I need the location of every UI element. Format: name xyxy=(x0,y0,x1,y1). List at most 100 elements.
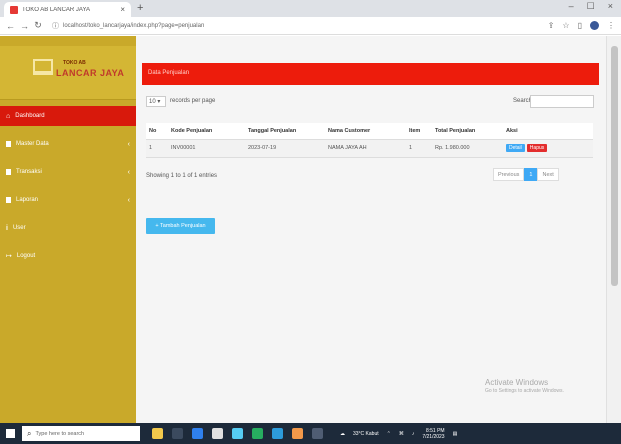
chevron-left-icon: ‹ xyxy=(127,168,130,176)
cell-customer: NAMA JAYA AH xyxy=(325,139,406,158)
store-app-icon[interactable] xyxy=(232,428,243,439)
tray-chevron-icon[interactable]: ⌃ xyxy=(387,431,391,437)
table-controls: 10 ▾ records per page Search: xyxy=(146,95,594,109)
column-header[interactable]: No xyxy=(146,123,168,140)
cell-aksi: Detail Hapus xyxy=(503,139,593,158)
close-window-icon[interactable]: × xyxy=(608,1,613,12)
mail-icon[interactable] xyxy=(252,428,263,439)
page-title: Data Penjualan xyxy=(142,63,599,85)
favicon-icon xyxy=(10,5,18,14)
chevron-down-icon: ▾ xyxy=(157,99,161,105)
close-tab-icon[interactable]: × xyxy=(120,5,125,14)
column-header[interactable]: Tanggal Penjualan xyxy=(245,123,325,140)
hapus-button[interactable]: Hapus xyxy=(526,144,548,152)
add-penjualan-button[interactable]: + Tambah Penjualan xyxy=(146,218,215,234)
user-icon: i xyxy=(6,224,8,232)
window-controls: – ☐ × xyxy=(569,1,613,12)
windows-start-icon[interactable] xyxy=(6,429,15,438)
maximize-icon[interactable]: ☐ xyxy=(587,1,595,12)
vscode-icon[interactable] xyxy=(272,428,283,439)
records-per-page-select[interactable]: 10 ▾ xyxy=(146,96,166,107)
database-icon xyxy=(6,141,11,147)
brand-logo-area[interactable]: TOKO AB LANCAR JAYA xyxy=(0,46,136,100)
clock[interactable]: 8:51 PM 7/21/2023 xyxy=(422,428,444,440)
xampp-icon[interactable] xyxy=(292,428,303,439)
reload-icon[interactable]: ↻ xyxy=(34,20,42,31)
edge-icon[interactable] xyxy=(192,428,203,439)
weather-icon[interactable]: ☁ xyxy=(340,431,345,437)
new-tab-icon[interactable]: + xyxy=(137,2,143,14)
sidebar-item-transaksi[interactable]: Transaksi ‹ xyxy=(0,162,136,182)
column-header[interactable]: Kode Penjualan xyxy=(168,123,245,140)
sidebar-item-logout[interactable]: ↦ Logout xyxy=(0,246,136,266)
browser-tab[interactable]: TOKO AB LANCAR JAYA × xyxy=(4,2,131,17)
share-icon[interactable]: ⇪ xyxy=(548,21,555,30)
chrome-icon[interactable] xyxy=(312,428,323,439)
system-tray: ☁ 33°C Kabut ⌃ ⌘ ♪ 8:51 PM 7/21/2023 ▤ xyxy=(340,426,457,441)
pagination-next[interactable]: Next xyxy=(537,168,559,181)
page-scrollbar[interactable] xyxy=(606,36,621,423)
table-row: 1 INV00001 2023-07-19 NAMA JAYA AH 1 Rp.… xyxy=(146,139,593,158)
column-header[interactable]: Item xyxy=(406,123,432,140)
menu-kebab-icon[interactable]: ⋮ xyxy=(607,21,615,30)
sidepanel-icon[interactable]: ▯ xyxy=(578,21,582,30)
cart-icon xyxy=(6,169,11,175)
search-input[interactable] xyxy=(530,95,594,108)
notification-icon[interactable]: ▤ xyxy=(453,431,458,437)
home-icon: ⌂ xyxy=(6,112,11,120)
taskbar-search-placeholder: Type here to search xyxy=(35,430,85,437)
pagination-page-1[interactable]: 1 xyxy=(524,168,538,181)
table-header-row: No Kode Penjualan Tanggal Penjualan Nama… xyxy=(146,123,593,140)
penjualan-table: No Kode Penjualan Tanggal Penjualan Nama… xyxy=(146,123,593,158)
cell-no: 1 xyxy=(146,139,168,158)
activate-windows-watermark: Activate Windows Go to Settings to activ… xyxy=(485,378,564,394)
profile-avatar[interactable] xyxy=(590,21,599,30)
search-icon: ⌕ xyxy=(27,428,32,438)
widgets-icon[interactable] xyxy=(152,428,163,439)
address-bar[interactable]: ⓘ localhost/toko_lancarjaya/index.php?pa… xyxy=(48,20,542,32)
forward-icon[interactable]: → xyxy=(20,21,29,31)
detail-button[interactable]: Detail xyxy=(506,144,525,152)
sidebar-item-user[interactable]: i User xyxy=(0,218,136,238)
report-icon xyxy=(6,197,11,203)
logout-icon: ↦ xyxy=(6,253,12,260)
site-info-icon[interactable]: ⓘ xyxy=(52,21,59,31)
sidebar-item-dashboard[interactable]: ⌂ Dashboard xyxy=(0,106,136,126)
weather-text[interactable]: 33°C Kabut xyxy=(353,431,379,437)
table-info: Showing 1 to 1 of 1 entries xyxy=(146,173,218,179)
brand-name: LANCAR JAYA xyxy=(56,68,125,78)
store-icon xyxy=(33,59,53,75)
task-view-icon[interactable] xyxy=(172,428,183,439)
cell-total: Rp. 1.980.000 xyxy=(432,139,503,158)
records-per-page-label: records per page xyxy=(170,98,216,104)
windows-taskbar: ⌕ Type here to search ☁ 33°C Kabut ⌃ ⌘ ♪… xyxy=(0,423,621,444)
column-header[interactable]: Nama Customer xyxy=(325,123,406,140)
scrollbar-thumb[interactable] xyxy=(611,46,618,286)
cell-tanggal: 2023-07-19 xyxy=(245,139,325,158)
toolbar-actions: ⇪ ☆ ▯ ⋮ xyxy=(548,21,615,30)
column-header[interactable]: Aksi xyxy=(503,123,593,140)
cell-kode: INV00001 xyxy=(168,139,245,158)
volume-icon[interactable]: ♪ xyxy=(412,431,415,437)
sidebar-item-laporan[interactable]: Laporan ‹ xyxy=(0,190,136,210)
browser-toolbar: ← → ↻ ⓘ localhost/toko_lancarjaya/index.… xyxy=(0,17,621,35)
sidebar: TOKO AB LANCAR JAYA ⌂ Dashboard Master D… xyxy=(0,36,136,423)
pagination: Previous 1 Next xyxy=(493,168,559,181)
main-content: Data Penjualan 10 ▾ records per page Sea… xyxy=(136,36,606,423)
browser-tab-bar: TOKO AB LANCAR JAYA × + – ☐ × xyxy=(0,0,621,17)
chevron-left-icon: ‹ xyxy=(127,196,130,204)
taskbar-apps xyxy=(152,428,323,439)
back-icon[interactable]: ← xyxy=(6,21,15,31)
sidebar-item-master-data[interactable]: Master Data ‹ xyxy=(0,134,136,154)
tab-title: TOKO AB LANCAR JAYA xyxy=(22,6,91,13)
chevron-left-icon: ‹ xyxy=(127,140,130,148)
file-explorer-icon[interactable] xyxy=(212,428,223,439)
network-icon[interactable]: ⌘ xyxy=(399,431,404,437)
minimize-icon[interactable]: – xyxy=(569,1,574,12)
taskbar-search[interactable]: ⌕ Type here to search xyxy=(22,426,140,441)
brand-small-text: TOKO AB xyxy=(63,60,86,66)
column-header[interactable]: Total Penjualan xyxy=(432,123,503,140)
pagination-previous[interactable]: Previous xyxy=(493,168,525,181)
address-url: localhost/toko_lancarjaya/index.php?page… xyxy=(63,22,205,29)
bookmark-star-icon[interactable]: ☆ xyxy=(562,21,569,30)
